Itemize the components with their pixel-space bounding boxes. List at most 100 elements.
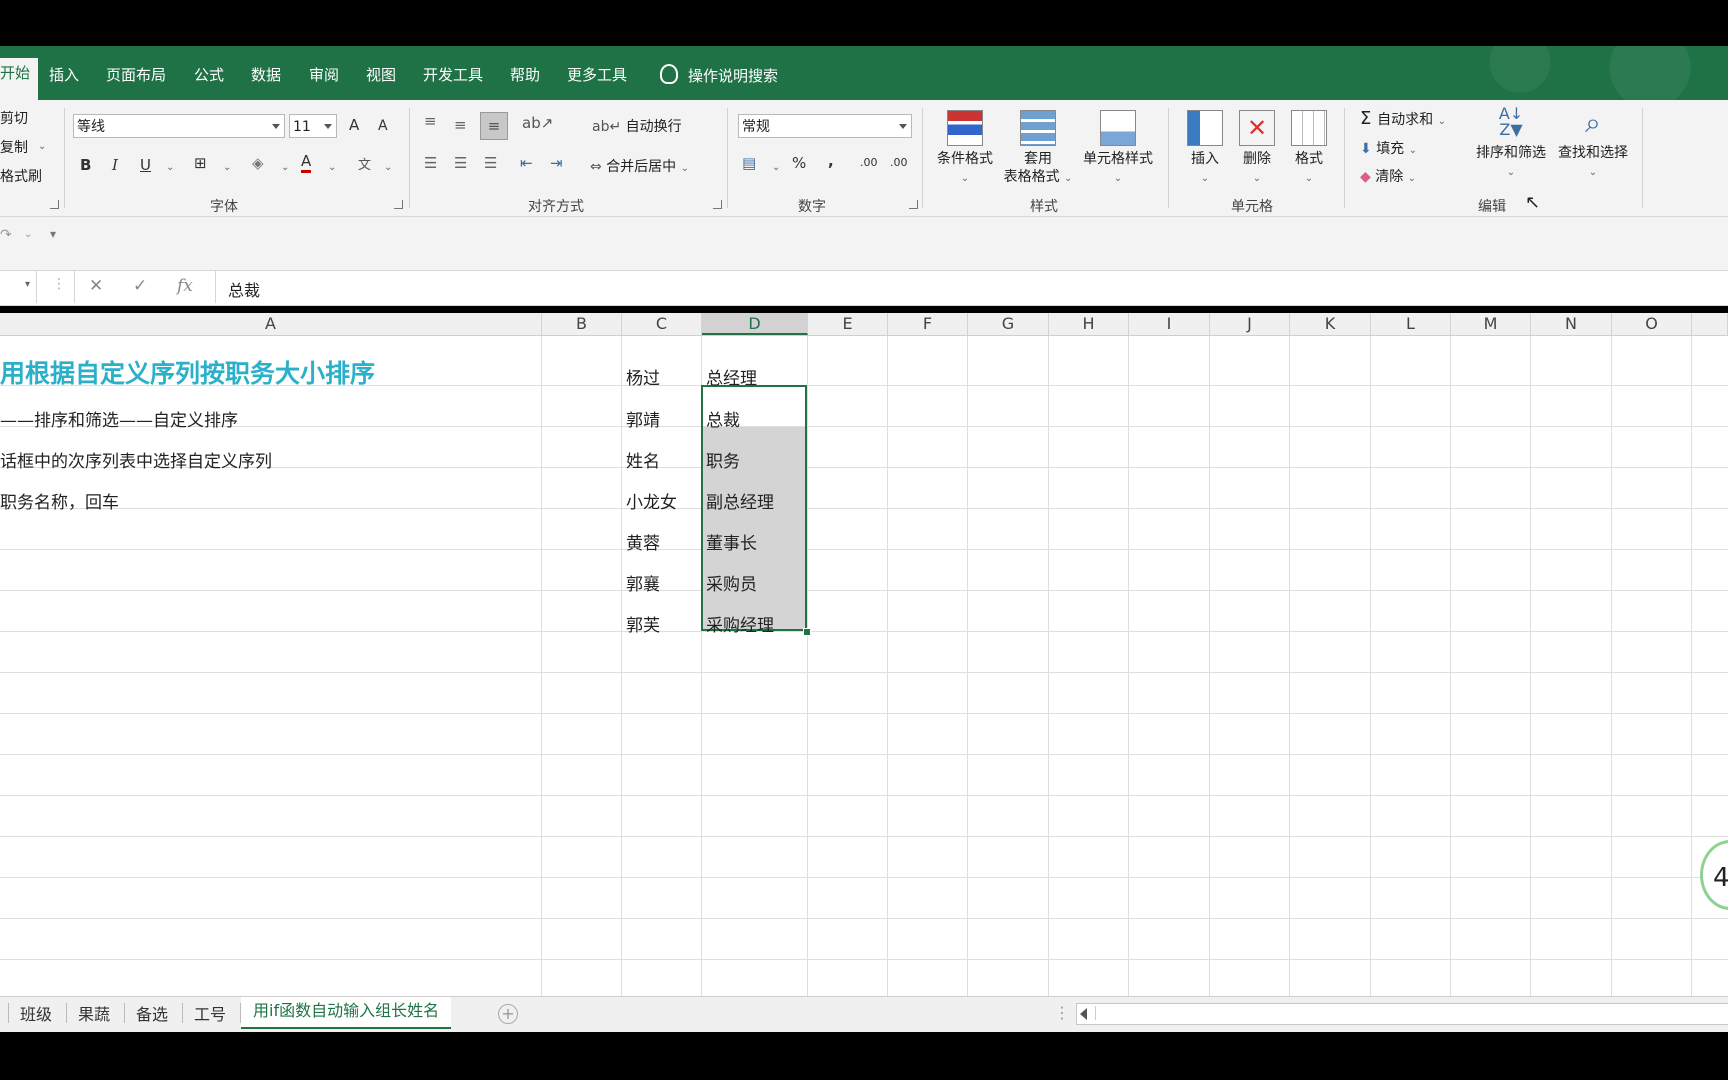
redo-dropdown-icon[interactable]: ⌄ — [24, 229, 32, 240]
tab-page-layout[interactable]: 页面布局 — [106, 64, 166, 85]
align-top-icon[interactable]: ≡ — [424, 112, 437, 130]
cell-c6[interactable]: 郭襄 — [626, 570, 660, 595]
col-header-h[interactable]: H — [1049, 313, 1129, 335]
find-select-button[interactable]: ⌕ 查找和选择 ⌄ — [1552, 106, 1634, 182]
cell-d7[interactable]: 采购经理 — [706, 611, 774, 636]
number-dialog-launcher-icon[interactable] — [909, 200, 918, 209]
cell-d5[interactable]: 董事长 — [706, 529, 757, 554]
underline-button[interactable]: U — [140, 156, 151, 174]
enter-icon[interactable]: ✓ — [133, 276, 147, 296]
insert-function-button[interactable]: fx — [177, 276, 193, 296]
cell-c7[interactable]: 郭芙 — [626, 611, 660, 636]
insert-cells-button[interactable]: 插入 ⌄ — [1180, 110, 1230, 188]
decrease-decimal-button[interactable]: .00 — [890, 156, 908, 169]
tab-help[interactable]: 帮助 — [510, 64, 540, 85]
font-size-select[interactable]: 11 — [289, 114, 337, 138]
wrap-text-button[interactable]: ab↵ 自动换行 — [592, 116, 682, 136]
orientation-icon[interactable]: ab↗ — [522, 114, 553, 132]
cut-button[interactable]: 剪切 — [0, 108, 28, 128]
increase-indent-icon[interactable]: ⇥ — [550, 154, 563, 172]
cell-c2[interactable]: 郭靖 — [626, 406, 660, 431]
scrollbar-thumb[interactable] — [1095, 1006, 1728, 1020]
scroll-left-icon[interactable] — [1080, 1008, 1087, 1020]
worksheet-grid[interactable]: 用根据自定义序列按职务大小排序 ——排序和筛选——自定义排序 话框中的次序列表中… — [0, 336, 1728, 996]
autosum-button[interactable]: Σ 自动求和 ⌄ — [1360, 108, 1446, 129]
clipboard-dialog-launcher-icon[interactable] — [50, 200, 59, 209]
borders-icon[interactable]: ⊞ — [194, 154, 207, 172]
col-header-j[interactable]: J — [1210, 313, 1290, 335]
tab-developer[interactable]: 开发工具 — [423, 64, 483, 85]
cell-c3[interactable]: 姓名 — [626, 447, 660, 472]
underline-dropdown-icon[interactable]: ⌄ — [166, 156, 174, 174]
horizontal-scrollbar[interactable] — [1076, 1003, 1728, 1025]
col-header-partial[interactable] — [1692, 313, 1728, 335]
col-header-i[interactable]: I — [1129, 313, 1210, 335]
col-header-k[interactable]: K — [1290, 313, 1371, 335]
fill-button[interactable]: ⬇ 填充 ⌄ — [1360, 138, 1417, 158]
fill-color-dropdown-icon[interactable]: ⌄ — [281, 156, 289, 174]
col-header-c[interactable]: C — [622, 313, 702, 335]
col-header-m[interactable]: M — [1451, 313, 1531, 335]
redo-icon[interactable]: ↷ — [0, 227, 12, 243]
tab-review[interactable]: 审阅 — [309, 64, 339, 85]
font-color-dropdown-icon[interactable]: ⌄ — [328, 156, 336, 174]
col-header-d[interactable]: D — [702, 313, 808, 335]
align-left-icon[interactable]: ☰ — [424, 154, 437, 172]
add-sheet-icon[interactable]: + — [498, 1004, 518, 1024]
format-cells-button[interactable]: 格式 ⌄ — [1284, 110, 1334, 188]
align-bottom-icon[interactable]: ≡ — [480, 112, 508, 140]
cell-c4[interactable]: 小龙女 — [626, 488, 677, 513]
tab-home[interactable]: 开始 — [0, 58, 39, 100]
comma-style-button[interactable]: , — [828, 152, 834, 170]
cell-styles-button[interactable]: 单元格样式 ⌄ — [1078, 110, 1158, 188]
tab-view[interactable]: 视图 — [366, 64, 396, 85]
copy-button[interactable]: 复制 — [0, 137, 28, 157]
col-header-f[interactable]: F — [888, 313, 968, 335]
sheet-tab-active[interactable]: 用if函数自动输入组长姓名 — [241, 997, 452, 1029]
fill-handle[interactable] — [803, 628, 811, 636]
font-name-select[interactable]: 等线 — [73, 114, 285, 138]
scrollbar-grip-icon[interactable]: ⋮ — [1054, 1003, 1070, 1022]
align-right-icon[interactable]: ☰ — [484, 154, 497, 172]
formula-input[interactable]: 总裁 — [228, 277, 260, 301]
col-header-e[interactable]: E — [808, 313, 888, 335]
conditional-formatting-button[interactable]: 条件格式 ⌄ — [932, 110, 998, 188]
fill-color-icon[interactable]: ◈ — [252, 154, 264, 172]
font-dialog-launcher-icon[interactable] — [394, 200, 403, 209]
tab-data[interactable]: 数据 — [251, 64, 281, 85]
clear-button[interactable]: ◆ 清除 ⌄ — [1360, 166, 1416, 186]
sheet-tab-guoshu[interactable]: 果蔬 — [78, 1001, 110, 1025]
cell-a4[interactable]: 职务名称，回车 — [0, 488, 119, 513]
col-header-o[interactable]: O — [1612, 313, 1692, 335]
tab-formulas[interactable]: 公式 — [194, 64, 224, 85]
cell-d3[interactable]: 职务 — [706, 447, 740, 472]
align-center-icon[interactable]: ☰ — [454, 154, 467, 172]
cell-d4[interactable]: 副总经理 — [706, 488, 774, 513]
cell-a2[interactable]: ——排序和筛选——自定义排序 — [0, 406, 238, 431]
cell-a1-title[interactable]: 用根据自定义序列按职务大小排序 — [0, 354, 375, 390]
cell-c5[interactable]: 黄蓉 — [626, 529, 660, 554]
increase-decimal-button[interactable]: .00 — [860, 156, 878, 169]
sheet-tab-beixuan[interactable]: 备选 — [136, 1001, 168, 1025]
sort-filter-button[interactable]: A↓ Z▼ 排序和筛选 ⌄ — [1470, 106, 1552, 182]
col-header-a[interactable]: A — [0, 313, 542, 335]
number-format-select[interactable]: 常规 — [738, 114, 912, 138]
cell-d6[interactable]: 采购员 — [706, 570, 757, 595]
cell-a3[interactable]: 话框中的次序列表中选择自定义序列 — [0, 447, 272, 472]
accounting-dropdown-icon[interactable]: ⌄ — [772, 156, 780, 174]
sheet-tab-banji[interactable]: 班级 — [20, 1001, 52, 1025]
delete-cells-button[interactable]: ✕ 删除 ⌄ — [1232, 110, 1282, 188]
tab-more-tools[interactable]: 更多工具 — [567, 64, 627, 85]
tell-me-search[interactable]: 操作说明搜索 — [660, 64, 778, 86]
format-as-table-button[interactable]: 套用 表格格式 ⌄ — [998, 110, 1078, 188]
cell-c1[interactable]: 杨过 — [626, 364, 660, 389]
phonetic-guide-button[interactable]: 文 — [358, 154, 371, 173]
sheet-tab-gonghao[interactable]: 工号 — [194, 1001, 226, 1025]
tab-insert[interactable]: 插入 — [49, 64, 79, 85]
col-header-n[interactable]: N — [1531, 313, 1612, 335]
align-middle-icon[interactable]: ≡ — [454, 116, 467, 134]
col-header-b[interactable]: B — [542, 313, 622, 335]
percent-style-button[interactable]: % — [792, 154, 806, 172]
col-header-l[interactable]: L — [1371, 313, 1451, 335]
grow-font-button[interactable]: A — [349, 116, 359, 134]
